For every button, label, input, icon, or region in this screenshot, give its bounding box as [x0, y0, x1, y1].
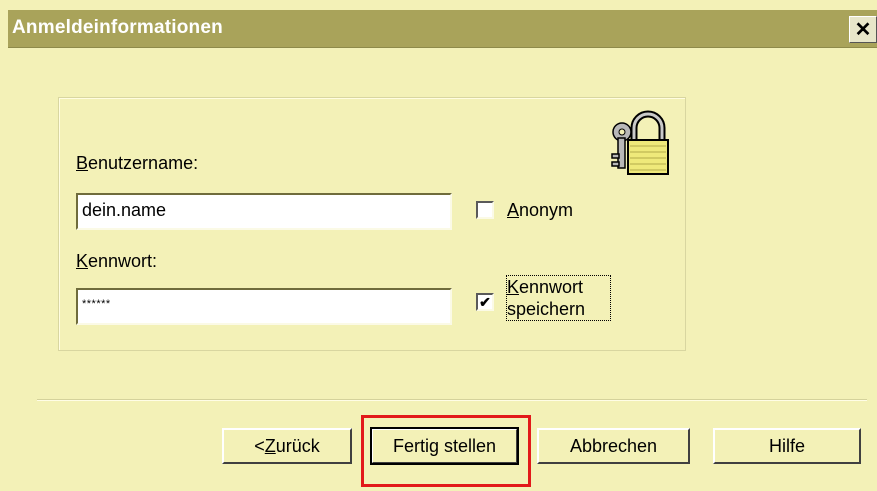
close-button[interactable]: ✕ [849, 16, 877, 43]
separator-line [37, 399, 867, 401]
back-button[interactable]: < Zurück [222, 428, 352, 464]
help-label: Hilfe [768, 435, 805, 456]
save-password-checkbox[interactable]: ✔ [476, 293, 494, 311]
checkmark-icon: ✔ [479, 294, 491, 310]
highlight-box [361, 415, 531, 487]
close-icon: ✕ [854, 19, 872, 41]
cancel-button[interactable]: Abbrechen [537, 428, 690, 464]
lock-keys-icon [611, 110, 669, 175]
anonymous-label[interactable]: Anonym [507, 199, 573, 221]
anonymous-checkbox[interactable] [476, 201, 494, 219]
title-bar: Anmeldeinformationen ✕ [8, 10, 877, 48]
help-button[interactable]: Hilfe [713, 428, 861, 464]
save-password-label[interactable]: Kennwort speichern [506, 275, 611, 321]
password-value: ****** [82, 298, 111, 310]
password-input[interactable]: ****** [76, 288, 452, 325]
password-label: Kennwort: [76, 251, 158, 271]
dialog-title: Anmeldeinformationen [12, 17, 223, 38]
username-input[interactable]: dein.name [76, 193, 452, 230]
dialog-window: Anmeldeinformationen ✕ Benutzername: dei… [0, 0, 877, 491]
username-label: Benutzername: [76, 153, 199, 173]
username-value: dein.name [82, 200, 167, 220]
cancel-label: Abbrechen [569, 435, 658, 456]
